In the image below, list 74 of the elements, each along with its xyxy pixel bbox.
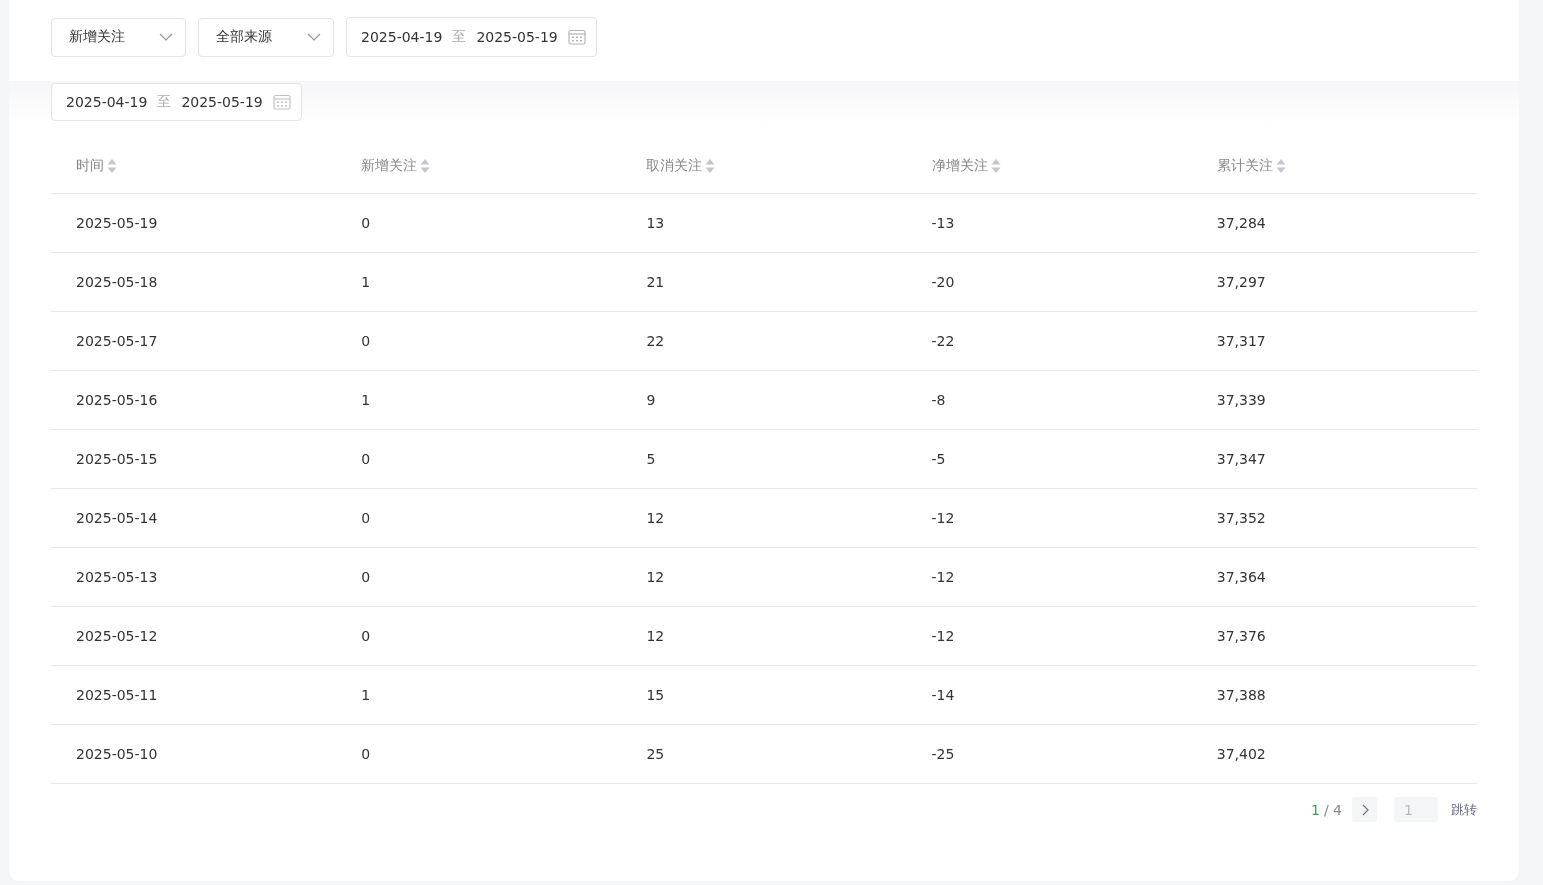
column-header: 时间 [76, 156, 104, 175]
column-header: 新增关注 [361, 156, 418, 175]
chevron-right-icon [1360, 803, 1369, 816]
table-cell: 37,388 [1216, 687, 1266, 703]
table-cell: 1 [361, 687, 371, 703]
date-range-picker[interactable]: 2025-04-19 至 2025-05-19 [346, 17, 597, 57]
table-cell: 2025-05-18 [76, 274, 158, 290]
table-cell: -12 [931, 569, 955, 585]
table-cell: 2025-05-13 [76, 569, 158, 585]
table-cell: 12 [646, 569, 665, 585]
sort-icon[interactable] [420, 157, 431, 174]
table-cell: -8 [931, 392, 946, 408]
table-cell: 37,364 [1216, 569, 1266, 585]
table-cell: 5 [646, 451, 656, 467]
sort-icon[interactable] [990, 157, 1001, 174]
table-cell: 37,402 [1216, 746, 1266, 762]
table-cell: 2025-05-14 [76, 510, 158, 526]
table-cell: -20 [931, 274, 955, 290]
column-header: 净增关注 [931, 156, 988, 175]
table-cell: 0 [361, 215, 371, 231]
current-page: 1 [1311, 801, 1320, 818]
table-cell: 2025-05-17 [76, 333, 158, 349]
table-cell: -5 [931, 451, 946, 467]
table-cell: 15 [646, 687, 665, 703]
calendar-icon [272, 94, 291, 110]
table-cell: 13 [646, 215, 665, 231]
jump-button[interactable]: 跳转 [1451, 800, 1477, 819]
table-cell: 37,297 [1216, 274, 1266, 290]
metric-select[interactable]: 新增关注 [51, 17, 186, 57]
next-page-button[interactable] [1352, 797, 1377, 822]
sort-icon[interactable] [107, 157, 117, 174]
table-cell: 2025-05-11 [76, 687, 158, 703]
page-total: / 4 [1323, 801, 1342, 818]
table-cell: 0 [361, 510, 371, 526]
table-cell: -12 [931, 510, 955, 526]
table-cell: 0 [361, 746, 371, 762]
table-cell: 0 [361, 333, 371, 349]
table-cell: 0 [361, 628, 371, 644]
table-cell: 0 [361, 451, 371, 467]
column-header: 累计关注 [1216, 156, 1273, 175]
table-cell: 9 [646, 392, 656, 408]
column-header: 取消关注 [646, 156, 703, 175]
table-cell: -13 [931, 215, 955, 231]
table-cell: 21 [646, 274, 665, 290]
table-cell: 37,352 [1216, 510, 1266, 526]
table-cell: -22 [931, 333, 955, 349]
source-select[interactable]: 全部来源 [198, 17, 334, 57]
table-cell: 2025-05-15 [76, 451, 158, 467]
chevron-down-icon [307, 33, 321, 41]
sort-icon[interactable] [705, 157, 716, 174]
table-cell: 37,347 [1216, 451, 1266, 467]
sort-icon[interactable] [1275, 157, 1286, 174]
table-cell: -12 [931, 628, 955, 644]
page-input[interactable]: 1 [1394, 797, 1438, 822]
table-cell: 37,339 [1216, 392, 1266, 408]
table-cell: 2025-05-12 [76, 628, 158, 644]
table-cell: -14 [931, 687, 955, 703]
table-cell: 37,317 [1216, 333, 1266, 349]
table-cell: 25 [646, 746, 665, 762]
table-cell: 22 [646, 333, 665, 349]
calendar-icon [567, 29, 586, 45]
table-cell: 1 [361, 392, 371, 408]
table-cell: 37,376 [1216, 628, 1266, 644]
table-cell: 2025-05-19 [76, 215, 158, 231]
table-cell: 2025-05-10 [76, 746, 158, 762]
table-cell: 12 [646, 628, 665, 644]
table-cell: 2025-05-16 [76, 392, 158, 408]
table-cell: 0 [361, 569, 371, 585]
table-cell: 12 [646, 510, 665, 526]
table-cell: -25 [931, 746, 955, 762]
chevron-down-icon [159, 33, 173, 41]
table-cell: 37,284 [1216, 215, 1266, 231]
date-range-picker[interactable]: 2025-04-19 至 2025-05-19 [51, 83, 302, 121]
table-cell: 1 [361, 274, 371, 290]
